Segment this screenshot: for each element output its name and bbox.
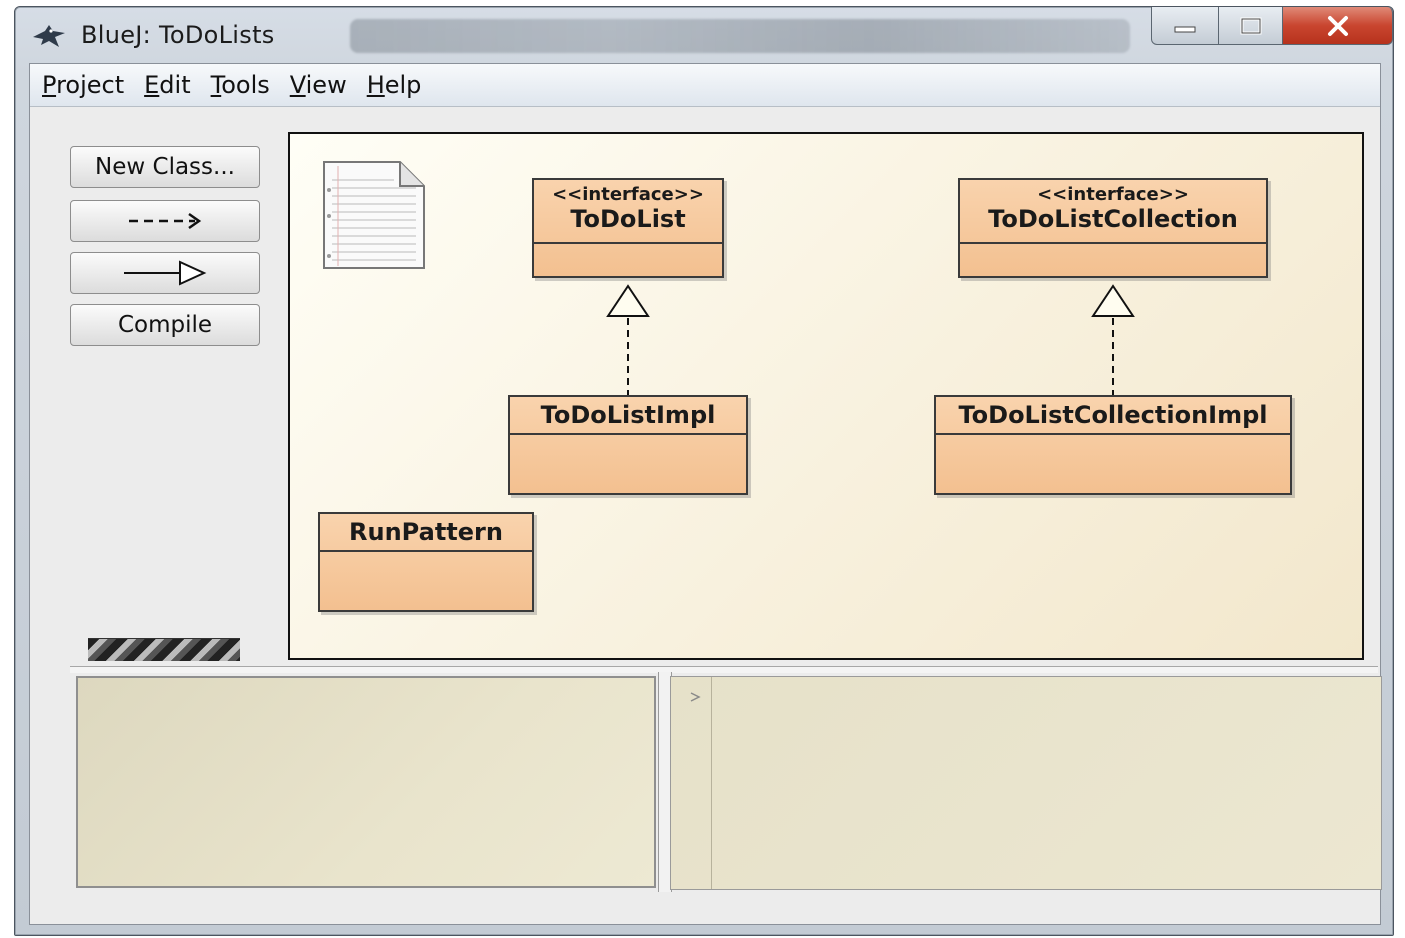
- class-todolist[interactable]: <<interface>> ToDoList: [532, 178, 724, 278]
- inheritance-arrow-icon: [124, 260, 207, 286]
- bluej-window: BlueJ: ToDoLists Project Edit Tools View…: [14, 6, 1394, 936]
- machine-activity-indicator: [88, 638, 240, 661]
- bluej-bird-icon: [33, 25, 65, 47]
- uses-arrow-button[interactable]: [70, 200, 260, 242]
- maximize-icon: [1240, 17, 1261, 34]
- window-title: BlueJ: ToDoLists: [81, 21, 275, 49]
- class-todolistimpl[interactable]: ToDoListImpl: [508, 395, 748, 495]
- class-name: ToDoListCollection: [988, 205, 1238, 233]
- class-name: ToDoListCollectionImpl: [958, 401, 1268, 429]
- menu-edit[interactable]: Edit: [144, 71, 190, 99]
- menu-bar: Project Edit Tools View Help: [30, 64, 1380, 107]
- minimize-button[interactable]: [1151, 7, 1219, 45]
- class-diagram-canvas[interactable]: <<interface>> ToDoList <<interface>> ToD…: [288, 132, 1364, 660]
- class-todolistcollectionimpl[interactable]: ToDoListCollectionImpl: [934, 395, 1292, 495]
- dashed-arrow-icon: [129, 212, 202, 230]
- triangle-right-icon: [690, 692, 701, 702]
- close-icon: [1327, 15, 1348, 36]
- code-pad[interactable]: [670, 676, 1382, 890]
- new-class-button[interactable]: New Class...: [70, 146, 260, 188]
- menu-help[interactable]: Help: [367, 71, 422, 99]
- maximize-button[interactable]: [1219, 7, 1283, 45]
- object-bench[interactable]: [76, 676, 656, 888]
- blurred-title-region: [350, 19, 1130, 53]
- menu-tools[interactable]: Tools: [211, 71, 270, 99]
- title-bar[interactable]: BlueJ: ToDoLists: [15, 7, 1393, 63]
- menu-view[interactable]: View: [290, 71, 347, 99]
- class-name: ToDoList: [570, 205, 686, 233]
- class-stereotype: <<interface>>: [552, 184, 704, 205]
- class-name: ToDoListImpl: [540, 401, 716, 429]
- status-bar: [30, 894, 1380, 924]
- class-name: RunPattern: [349, 518, 503, 546]
- class-stereotype: <<interface>>: [1037, 184, 1189, 205]
- panel-divider[interactable]: [70, 666, 1378, 673]
- menu-project[interactable]: Project: [42, 71, 124, 99]
- inheritance-arrow-button[interactable]: [70, 252, 260, 294]
- compile-button[interactable]: Compile: [70, 304, 260, 346]
- implements-arrowhead-todolist: [606, 284, 650, 317]
- class-runpattern[interactable]: RunPattern: [318, 512, 534, 612]
- class-todolistcollection[interactable]: <<interface>> ToDoListCollection: [958, 178, 1268, 278]
- window-controls: [1151, 7, 1393, 45]
- code-pad-gutter: [671, 677, 712, 889]
- main-panel: Project Edit Tools View Help New Class..…: [29, 63, 1382, 925]
- minimize-icon: [1174, 26, 1196, 32]
- close-button[interactable]: [1283, 7, 1393, 45]
- implements-arrowhead-collection: [1091, 284, 1135, 317]
